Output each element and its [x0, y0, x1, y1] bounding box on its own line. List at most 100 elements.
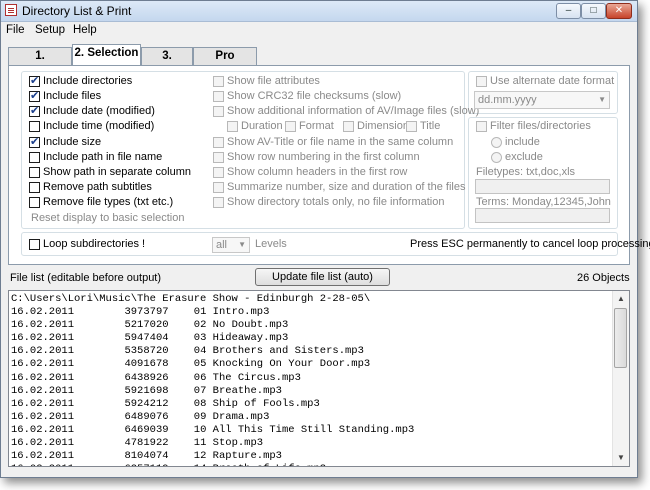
scrollbar-thumb[interactable] [614, 308, 627, 368]
filetypes-input[interactable] [475, 179, 610, 194]
file-list-row: 16.02.2011 5924212 08 Ship of Fools.mp3 [11, 398, 320, 410]
row-date: 16.02.2011 [11, 397, 75, 410]
include-radio[interactable] [491, 137, 502, 148]
file-list-textarea[interactable]: C:\Users\Lori\Music\The Erasure Show - E… [8, 290, 630, 467]
column-headers-checkbox[interactable] [213, 167, 224, 178]
menu-setup[interactable]: Setup [35, 24, 65, 36]
menu-help[interactable]: Help [73, 24, 97, 36]
terms-input[interactable] [475, 208, 610, 223]
file-list-row: 16.02.2011 5921698 07 Breathe.mp3 [11, 385, 282, 397]
row-size: 4781922 [124, 437, 169, 450]
summarize-checkbox[interactable] [213, 182, 224, 193]
main-window: Directory List & Print – □ ✕ File Setup … [0, 0, 650, 478]
row-size: 5921698 [124, 384, 169, 397]
dimension-label: Dimension [357, 120, 409, 132]
alt-date-checkbox[interactable] [476, 76, 487, 87]
directory-totals-label: Show directory totals only, no file info… [227, 196, 445, 208]
row-name: 04 Brothers and Sisters.mp3 [193, 345, 364, 358]
include-path-checkbox[interactable] [29, 152, 40, 163]
levels-value: all [216, 239, 228, 251]
remove-file-types-label: Remove file types (txt etc.) [43, 196, 174, 208]
tab-directory[interactable]: 1. Directory [8, 47, 72, 79]
format-label: Format [299, 120, 334, 132]
file-list-caption: File list (editable before output) [10, 272, 162, 284]
filter-label: Filter files/directories [490, 120, 591, 132]
loop-subdirectories-checkbox[interactable] [29, 239, 40, 250]
row-size: 5924212 [124, 397, 169, 410]
levels-select[interactable]: all ▼ [212, 237, 250, 253]
include-size-label: Include size [43, 136, 102, 148]
av-title-checkbox[interactable] [213, 137, 224, 148]
row-name: 12 Rapture.mp3 [193, 450, 282, 463]
include-size-checkbox[interactable] [29, 135, 40, 148]
row-numbering-label: Show row numbering in the first column [227, 151, 420, 163]
file-list-row: 16.02.2011 6489076 09 Drama.mp3 [11, 411, 269, 423]
file-list-scrollbar[interactable]: ▲ ▼ [612, 291, 629, 466]
close-icon[interactable]: ✕ [606, 3, 632, 19]
row-name: 07 Breathe.mp3 [193, 384, 282, 397]
file-list-row: 16.02.2011 6469039 10 All This Time Stil… [11, 424, 414, 436]
row-date: 16.02.2011 [11, 410, 75, 423]
tab-output[interactable]: 3. Output [141, 47, 193, 79]
date-format-select[interactable]: dd.mm.yyyy ▼ [474, 91, 610, 109]
row-name: 08 Ship of Fools.mp3 [193, 397, 320, 410]
remove-file-types-checkbox[interactable] [29, 197, 40, 208]
row-date: 16.02.2011 [11, 345, 75, 358]
file-list-row: 16.02.2011 4091678 05 Knocking On Your D… [11, 358, 370, 370]
include-path-label: Include path in file name [43, 151, 163, 163]
include-files-checkbox[interactable] [29, 89, 40, 102]
include-date-checkbox[interactable] [29, 104, 40, 117]
file-list-row: 16.02.2011 6257119 14 Breath of Life.mp3 [11, 463, 326, 466]
row-numbering-checkbox[interactable] [213, 152, 224, 163]
row-size: 5358720 [124, 345, 169, 358]
scroll-down-icon[interactable]: ▼ [613, 450, 629, 466]
maximize-icon[interactable]: □ [581, 3, 606, 19]
row-name: 11 Stop.mp3 [193, 437, 264, 450]
file-list-row: 16.02.2011 8104074 12 Rapture.mp3 [11, 450, 282, 462]
minimize-icon[interactable]: – [556, 3, 581, 19]
remove-subtitles-label: Remove path subtitles [43, 181, 152, 193]
remove-subtitles-checkbox[interactable] [29, 182, 40, 193]
update-file-list-button[interactable]: Update file list (auto) [255, 268, 390, 286]
include-time-checkbox[interactable] [29, 121, 40, 132]
title-label: Title [420, 120, 441, 132]
tab-selection[interactable]: 2. Selection [72, 44, 141, 65]
crc32-checkbox[interactable] [213, 91, 224, 102]
row-date: 16.02.2011 [11, 319, 75, 332]
directory-totals-checkbox[interactable] [213, 197, 224, 208]
separate-column-checkbox[interactable] [29, 167, 40, 178]
av-info-checkbox[interactable] [213, 106, 224, 117]
filter-checkbox[interactable] [476, 121, 487, 132]
dimension-checkbox[interactable] [343, 121, 354, 132]
include-directories-checkbox[interactable] [29, 74, 40, 87]
esc-note: Press ESC permanently to cancel loop pro… [410, 238, 650, 250]
row-size: 4091678 [124, 358, 169, 371]
file-list-row: 16.02.2011 5358720 04 Brothers and Siste… [11, 345, 364, 357]
row-date: 16.02.2011 [11, 371, 75, 384]
row-name: 10 All This Time Still Standing.mp3 [193, 423, 415, 436]
row-name: 14 Breath of Life.mp3 [194, 463, 326, 466]
row-date: 16.02.2011 [11, 358, 75, 371]
row-date: 16.02.2011 [11, 306, 75, 319]
file-list-row: 16.02.2011 6438926 06 The Circus.mp3 [11, 372, 301, 384]
file-attributes-checkbox[interactable] [213, 76, 224, 87]
reset-display-link[interactable]: Reset display to basic selection [31, 212, 184, 224]
menu-file[interactable]: File [6, 24, 25, 36]
exclude-radio[interactable] [491, 152, 502, 163]
tab-pro-licence[interactable]: Pro Licence [193, 47, 257, 79]
app-list-icon[interactable] [5, 4, 17, 16]
format-checkbox[interactable] [285, 121, 296, 132]
row-date: 16.02.2011 [11, 332, 75, 345]
loop-subdirectories-label: Loop subdirectories ! [43, 238, 146, 250]
terms-label: Terms: Monday,12345,John [476, 196, 611, 208]
menu-bar: File Setup Help [1, 22, 637, 40]
scroll-up-icon[interactable]: ▲ [613, 291, 629, 307]
object-count: 26 Objects [577, 272, 630, 284]
file-list-row: 16.02.2011 3973797 01 Intro.mp3 [11, 306, 269, 318]
row-size: 6257119 [124, 463, 168, 466]
include-time-label: Include time (modified) [43, 120, 155, 132]
title-bar[interactable]: Directory List & Print – □ ✕ [1, 1, 637, 22]
duration-checkbox[interactable] [227, 121, 238, 132]
row-size: 3973797 [124, 306, 169, 319]
title-checkbox[interactable] [406, 121, 417, 132]
